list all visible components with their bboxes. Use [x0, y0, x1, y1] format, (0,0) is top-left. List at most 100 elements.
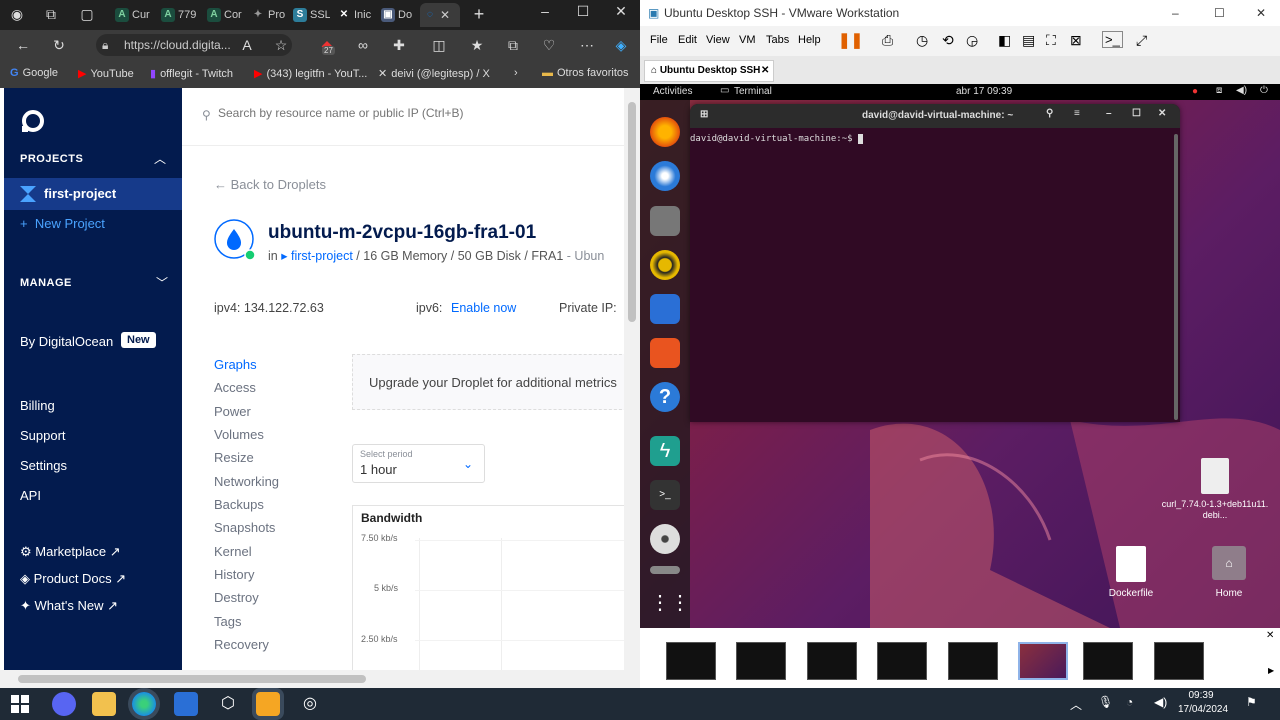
discord-icon[interactable] — [52, 692, 76, 716]
wifi-icon[interactable]: ◔ — [1126, 695, 1133, 709]
maximize-icon[interactable]: ☐ — [574, 2, 592, 20]
favorite-youtube-2[interactable]: ▶ (343) legitfn - YouT... — [254, 67, 367, 81]
unity-icon[interactable]: ⊠ — [1070, 32, 1082, 49]
box-3d-icon[interactable]: ⬡ — [216, 692, 240, 716]
thumbnail-bar-icon[interactable]: ▤ — [1022, 32, 1035, 49]
nav-networking[interactable]: Networking — [214, 474, 279, 489]
close-tab-icon[interactable]: ✕ — [440, 8, 450, 22]
desktop-file-curl[interactable]: curl_7.74.0-1.3+deb11u11.debi... — [1160, 458, 1270, 521]
support-link[interactable]: Support — [20, 428, 66, 443]
gnome-clock[interactable]: abr 17 09:39 — [956, 86, 1012, 97]
vm-thumbnail[interactable] — [1154, 642, 1204, 680]
scroll-thumb[interactable] — [18, 675, 366, 683]
maximize-icon[interactable]: ☐ — [1214, 0, 1225, 26]
writer-icon[interactable] — [650, 294, 680, 324]
library-icon[interactable]: ◧ — [998, 32, 1011, 49]
collections-icon[interactable]: ⧉ — [504, 36, 522, 54]
thunderbird-icon[interactable] — [650, 161, 680, 191]
menu-view[interactable]: View — [706, 34, 730, 46]
split-screen-icon[interactable]: ◫ — [430, 36, 448, 54]
read-aloud-icon[interactable]: A — [238, 36, 256, 54]
tab-4[interactable]: ✦ Pro — [248, 3, 288, 27]
clock-date[interactable]: 17/04/2024 — [1176, 704, 1230, 715]
file-explorer-icon[interactable] — [92, 692, 116, 716]
close-thumbnails-icon[interactable]: ✕ — [1266, 630, 1274, 641]
console-view-icon[interactable]: >_ — [1102, 31, 1123, 48]
maximize-icon[interactable]: ☐ — [1132, 108, 1141, 119]
tab-3[interactable]: A Cor — [204, 3, 246, 27]
files-icon[interactable] — [650, 206, 680, 236]
vm-thumbnail[interactable] — [736, 642, 786, 680]
address-input[interactable]: 🔒︎ https://cloud.digita... — [96, 34, 292, 56]
tab-7[interactable]: ▣ Do — [378, 3, 418, 27]
vm-thumbnail-active[interactable] — [1018, 642, 1068, 680]
api-link[interactable]: API — [20, 488, 41, 503]
nav-power[interactable]: Power — [214, 404, 251, 419]
full-screen-icon[interactable]: ⛶ — [1046, 32, 1056, 49]
tab-2[interactable]: A 779 — [158, 3, 200, 27]
hamburger-menu-icon[interactable]: ≡ — [1074, 108, 1080, 119]
ipv6-enable-link[interactable]: Enable now — [451, 301, 516, 315]
workspaces-icon[interactable]: ⧉ — [42, 5, 60, 23]
back-to-droplets-link[interactable]: ← Back to Droplets — [214, 177, 326, 192]
back-arrow-icon[interactable]: ← — [14, 36, 32, 54]
pause-icon[interactable]: ❚❚ — [838, 31, 863, 49]
vm-tab[interactable]: ⌂ Ubuntu Desktop SSH ✕ — [644, 60, 774, 82]
chevron-down-icon[interactable]: ﹀ — [156, 274, 168, 291]
nav-destroy[interactable]: Destroy — [214, 590, 259, 605]
volume-icon[interactable]: ◀) — [1236, 85, 1247, 96]
digitalocean-logo-icon[interactable] — [20, 108, 46, 134]
send-ctrl-alt-del-icon[interactable]: ⎙ — [882, 32, 893, 49]
period-select[interactable]: Select period 1 hour ⌄ — [352, 444, 485, 483]
new-tab-icon[interactable]: + — [470, 5, 488, 23]
new-project-link[interactable]: + New Project — [20, 216, 105, 231]
tab-6[interactable]: ✕ Inic — [334, 3, 374, 27]
terminal-icon[interactable]: >_ — [650, 480, 680, 510]
nav-graphs[interactable]: Graphs — [214, 357, 257, 372]
activities-button[interactable]: Activities — [653, 86, 692, 97]
whats-new-link[interactable]: ✦ What's New ↗ — [20, 598, 118, 614]
profile-icon[interactable]: ◉ — [8, 5, 26, 23]
tab-1[interactable]: A Cur — [112, 3, 154, 27]
desktop-file-dockerfile[interactable]: Dockerfile — [1098, 546, 1164, 599]
close-icon[interactable]: ✕ — [1158, 108, 1166, 119]
store-icon[interactable] — [174, 692, 198, 716]
menu-tabs[interactable]: Tabs — [766, 34, 789, 46]
tray-chevron-icon[interactable]: ︿ — [1070, 696, 1082, 713]
close-window-icon[interactable]: ✕ — [612, 2, 630, 20]
help-icon[interactable]: ? — [650, 382, 680, 412]
other-favorites[interactable]: ▬ Otros favoritos — [542, 67, 629, 79]
scroll-thumb[interactable] — [628, 102, 636, 322]
nav-history[interactable]: History — [214, 567, 254, 582]
start-icon[interactable] — [8, 692, 32, 716]
terminal-window[interactable]: ⊞ david@david-virtual-machine: ~ ⚲ ≡ – ☐… — [690, 104, 1180, 422]
scroll-right-icon[interactable]: ▶ — [1268, 666, 1274, 675]
more-menu-icon[interactable]: ⋯ — [578, 36, 596, 54]
nav-backups[interactable]: Backups — [214, 497, 264, 512]
tab-active[interactable]: ◌ ✕ — [420, 3, 460, 27]
vm-thumbnail[interactable] — [807, 642, 857, 680]
snapshot-icon[interactable]: ◷ — [916, 32, 928, 49]
extensions-puzzle-icon[interactable]: ✚ — [390, 36, 408, 54]
project-link[interactable]: first-project — [291, 249, 353, 263]
terminal-scrollbar[interactable] — [1174, 134, 1178, 420]
settings-link[interactable]: Settings — [20, 458, 67, 473]
minimize-icon[interactable]: – — [536, 2, 554, 20]
chevron-up-icon[interactable]: ︿ — [154, 150, 166, 167]
favorite-google[interactable]: G Google — [10, 67, 58, 79]
app-grid-icon[interactable]: ⋮⋮ — [650, 588, 690, 618]
product-docs-link[interactable]: ◈ Product Docs ↗ — [20, 571, 126, 587]
chevron-right-icon[interactable]: › — [514, 67, 518, 79]
nav-tags[interactable]: Tags — [214, 614, 241, 629]
favorite-youtube[interactable]: ▶ YouTube — [78, 67, 134, 81]
stretch-icon[interactable]: ⤢ — [1136, 32, 1147, 49]
nav-resize[interactable]: Resize — [214, 450, 254, 465]
vm-thumbnail[interactable] — [666, 642, 716, 680]
vm-thumbnail[interactable] — [877, 642, 927, 680]
nav-snapshots[interactable]: Snapshots — [214, 520, 275, 535]
performance-icon[interactable]: ♡ — [540, 36, 558, 54]
clock-time[interactable]: 09:39 — [1180, 690, 1222, 701]
vm-thumbnail[interactable] — [1083, 642, 1133, 680]
drive-icon[interactable] — [650, 566, 680, 574]
vm-thumbnail[interactable] — [948, 642, 998, 680]
